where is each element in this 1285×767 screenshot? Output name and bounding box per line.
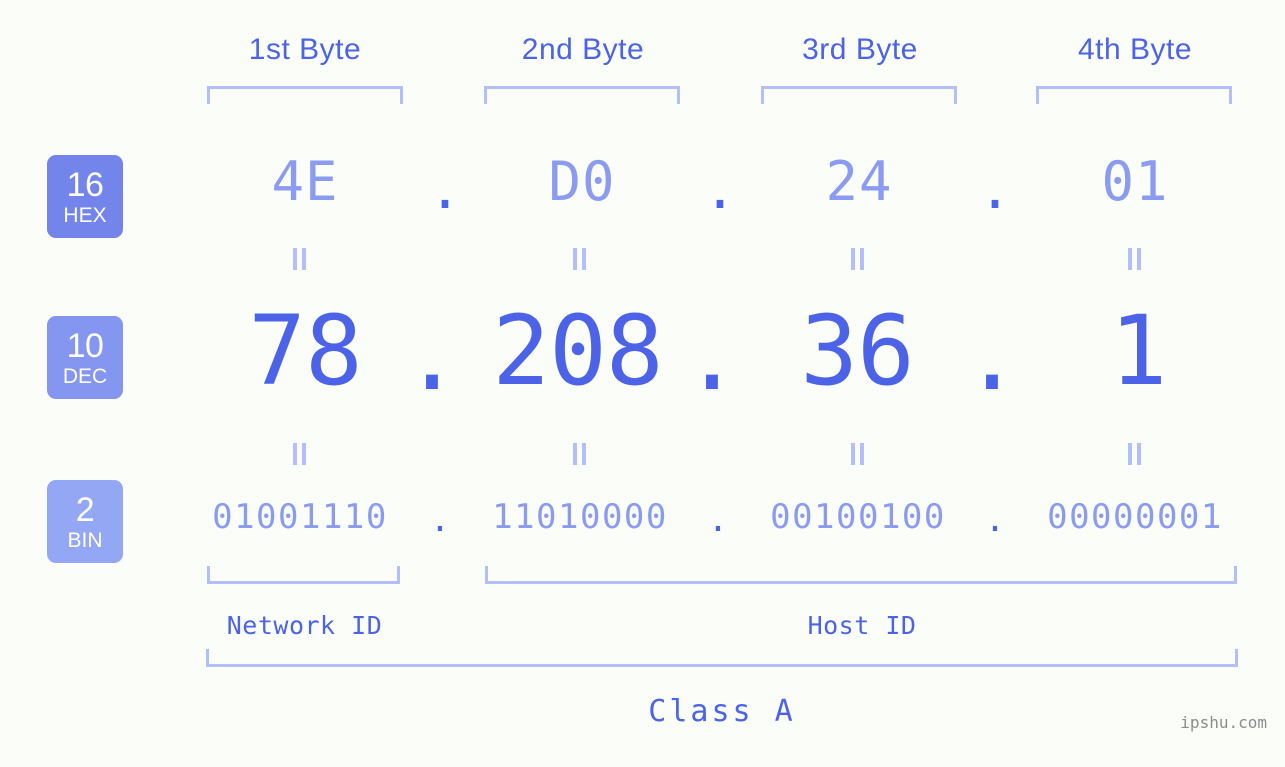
dec-byte-3: 36 (800, 295, 915, 407)
hex-separator-1: . (428, 158, 462, 221)
base-badge-bin-number: 2 (75, 490, 95, 529)
dec-byte-4: 1 (1109, 295, 1168, 407)
dec-byte-2: 208 (492, 295, 663, 407)
base-badge-dec: 10 DEC (47, 316, 123, 399)
hex-byte-2: D0 (548, 150, 616, 213)
byte-bracket-top-1 (207, 86, 403, 104)
network-id-label: Network ID (226, 611, 383, 640)
base-badge-bin: 2 BIN (47, 480, 123, 563)
equals-marker-hex-dec-1 (293, 248, 307, 270)
byte-header-label-2: 2nd Byte (521, 33, 645, 66)
base-badge-hex-abbr: HEX (63, 203, 107, 227)
bin-separator-1: . (429, 500, 451, 540)
ip-breakdown-diagram: 1st Byte 2nd Byte 3rd Byte 4th Byte 16 H… (0, 0, 1285, 767)
equals-marker-hex-dec-4 (1128, 248, 1142, 270)
base-badge-dec-abbr: DEC (62, 364, 108, 388)
byte-bracket-top-4 (1036, 86, 1232, 104)
equals-marker-dec-bin-1 (293, 443, 307, 465)
hex-separator-2: . (703, 158, 737, 221)
host-id-label: Host ID (807, 611, 917, 640)
base-badge-hex: 16 HEX (47, 155, 123, 238)
hex-byte-4: 01 (1101, 150, 1169, 213)
equals-marker-dec-bin-3 (851, 443, 865, 465)
watermark-label: ipshu.com (1180, 713, 1267, 732)
byte-header-label-4: 4th Byte (1077, 33, 1193, 66)
equals-marker-hex-dec-3 (851, 248, 865, 270)
byte-header-label-1: 1st Byte (248, 33, 362, 66)
hex-byte-3: 24 (825, 150, 893, 213)
equals-marker-hex-dec-2 (573, 248, 587, 270)
bin-byte-1: 01001110 (212, 497, 388, 537)
bin-separator-2: . (707, 500, 729, 540)
dec-separator-2: . (683, 300, 741, 412)
address-class-label: Class A (648, 694, 796, 729)
dec-byte-1: 78 (248, 295, 363, 407)
host-id-bracket (485, 566, 1237, 584)
byte-header-label-3: 3rd Byte (802, 33, 918, 66)
hex-separator-3: . (978, 158, 1012, 221)
byte-bracket-top-2 (484, 86, 680, 104)
hex-byte-1: 4E (271, 150, 339, 213)
dec-separator-3: . (963, 300, 1021, 412)
address-class-bracket (206, 649, 1238, 667)
equals-marker-dec-bin-4 (1128, 443, 1142, 465)
base-badge-bin-abbr: BIN (67, 528, 103, 552)
byte-bracket-top-3 (761, 86, 957, 104)
dec-separator-1: . (403, 300, 461, 412)
base-badge-dec-number: 10 (66, 326, 104, 365)
base-badge-hex-number: 16 (66, 165, 104, 204)
equals-marker-dec-bin-2 (573, 443, 587, 465)
network-id-bracket (207, 566, 400, 584)
bin-byte-2: 11010000 (492, 497, 668, 537)
bin-byte-3: 00100100 (770, 497, 946, 537)
bin-separator-3: . (984, 500, 1006, 540)
bin-byte-4: 00000001 (1047, 497, 1223, 537)
